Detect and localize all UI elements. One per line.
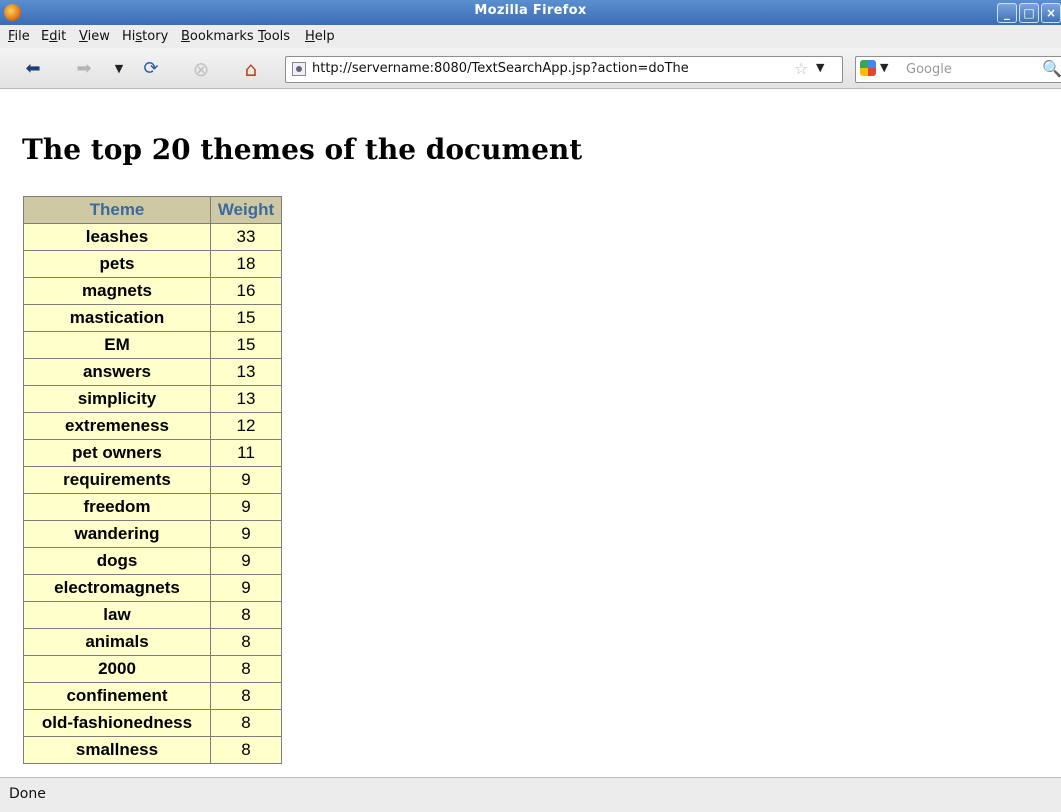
- theme-cell: EM: [23, 331, 211, 359]
- theme-cell: magnets: [23, 277, 211, 305]
- weight-cell: 8: [210, 601, 282, 629]
- column-header-weight: Weight: [210, 196, 282, 224]
- table-row: confinement 8: [23, 682, 282, 710]
- weight-cell: 13: [210, 358, 282, 386]
- weight-cell: 15: [210, 304, 282, 332]
- theme-cell: extremeness: [23, 412, 211, 440]
- theme-cell: mastication: [23, 304, 211, 332]
- theme-cell: 2000: [23, 655, 211, 683]
- table-row: freedom 9: [23, 493, 282, 521]
- theme-cell: wandering: [23, 520, 211, 548]
- table-row: smallness 8: [23, 736, 282, 764]
- menu-bar: File Edit View History Bookmarks Tools H…: [0, 25, 1061, 48]
- engine-dropdown-icon[interactable]: ▼: [880, 61, 888, 74]
- table-row: leashes 33: [23, 223, 282, 251]
- url-text[interactable]: http://servername:8080/TextSearchApp.jsp…: [312, 61, 790, 76]
- site-identity-icon[interactable]: [292, 62, 306, 76]
- navigation-toolbar: ⬅ ➡ ▼ ⟳ ⊗ ⌂ http://servername:8080/TextS…: [0, 48, 1061, 89]
- menu-edit[interactable]: Edit: [41, 29, 66, 44]
- theme-cell: electromagnets: [23, 574, 211, 602]
- weight-cell: 11: [210, 439, 282, 467]
- weight-cell: 18: [210, 250, 282, 278]
- table-row: dogs 9: [23, 547, 282, 575]
- table-row: simplicity 13: [23, 385, 282, 413]
- search-icon[interactable]: 🔍: [1042, 59, 1061, 78]
- status-bar: Done: [0, 777, 1061, 812]
- weight-cell: 9: [210, 547, 282, 575]
- table-row: law 8: [23, 601, 282, 629]
- theme-cell: law: [23, 601, 211, 629]
- google-engine-icon[interactable]: [860, 60, 876, 76]
- theme-cell: pets: [23, 250, 211, 278]
- weight-cell: 15: [210, 331, 282, 359]
- menu-bookmarks[interactable]: Bookmarks: [181, 29, 254, 44]
- theme-cell: animals: [23, 628, 211, 656]
- history-dropdown-icon[interactable]: ▼: [108, 58, 130, 80]
- table-row: requirements 9: [23, 466, 282, 494]
- status-text: Done: [9, 786, 46, 802]
- weight-cell: 8: [210, 709, 282, 737]
- table-row: answers 13: [23, 358, 282, 386]
- theme-cell: confinement: [23, 682, 211, 710]
- theme-cell: smallness: [23, 736, 211, 764]
- theme-cell: answers: [23, 358, 211, 386]
- menu-tools[interactable]: Tools: [258, 29, 290, 44]
- window-title: Mozilla Firefox: [474, 3, 587, 18]
- table-row: mastication 15: [23, 304, 282, 332]
- table-header-row: Theme Weight: [23, 196, 282, 224]
- stop-button[interactable]: ⊗: [190, 58, 212, 80]
- menu-view[interactable]: View: [79, 29, 110, 44]
- theme-cell: pet owners: [23, 439, 211, 467]
- table-row: extremeness 12: [23, 412, 282, 440]
- weight-cell: 13: [210, 385, 282, 413]
- weight-cell: 16: [210, 277, 282, 305]
- theme-cell: freedom: [23, 493, 211, 521]
- maximize-button[interactable]: □: [1019, 3, 1039, 23]
- table-row: animals 8: [23, 628, 282, 656]
- weight-cell: 8: [210, 628, 282, 656]
- theme-cell: simplicity: [23, 385, 211, 413]
- minimize-button[interactable]: _: [997, 3, 1017, 23]
- weight-cell: 8: [210, 736, 282, 764]
- theme-cell: requirements: [23, 466, 211, 494]
- search-box[interactable]: ▼ Google 🔍: [855, 56, 1061, 83]
- url-dropdown-icon[interactable]: ▼: [816, 61, 824, 74]
- weight-cell: 9: [210, 520, 282, 548]
- theme-cell: leashes: [23, 223, 211, 251]
- page-content: The top 20 themes of the document Theme …: [0, 89, 1061, 777]
- table-row: EM 15: [23, 331, 282, 359]
- weight-cell: 9: [210, 574, 282, 602]
- table-row: 2000 8: [23, 655, 282, 683]
- menu-file[interactable]: File: [8, 29, 30, 44]
- table-row: pets 18: [23, 250, 282, 278]
- weight-cell: 8: [210, 655, 282, 683]
- theme-cell: old-fashionedness: [23, 709, 211, 737]
- table-body: leashes 33 pets 18 magnets 16 mastication 15 EM 1…: [23, 223, 282, 764]
- column-header-theme: Theme: [23, 196, 211, 224]
- table-row: electromagnets 9: [23, 574, 282, 602]
- table-row: old-fashionedness 8: [23, 709, 282, 737]
- weight-cell: 9: [210, 493, 282, 521]
- weight-cell: 33: [210, 223, 282, 251]
- reload-button[interactable]: ⟳: [140, 58, 162, 80]
- menu-help[interactable]: Help: [305, 29, 335, 44]
- title-bar: Mozilla Firefox _ □ ×: [0, 0, 1061, 25]
- weight-cell: 9: [210, 466, 282, 494]
- theme-cell: dogs: [23, 547, 211, 575]
- table-row: pet owners 11: [23, 439, 282, 467]
- weight-cell: 12: [210, 412, 282, 440]
- page-heading: The top 20 themes of the document: [22, 133, 583, 166]
- forward-button[interactable]: ➡: [73, 58, 95, 80]
- close-button[interactable]: ×: [1041, 3, 1061, 23]
- table-row: wandering 9: [23, 520, 282, 548]
- table-row: magnets 16: [23, 277, 282, 305]
- themes-table: Theme Weight leashes 33 pets 18 magnets 16 mas…: [23, 196, 282, 764]
- home-button[interactable]: ⌂: [240, 58, 262, 80]
- menu-history[interactable]: History: [122, 29, 168, 44]
- back-button[interactable]: ⬅: [22, 58, 44, 80]
- search-placeholder[interactable]: Google: [906, 62, 952, 77]
- bookmark-star-icon[interactable]: ☆: [794, 59, 808, 78]
- address-bar[interactable]: http://servername:8080/TextSearchApp.jsp…: [285, 56, 843, 83]
- weight-cell: 8: [210, 682, 282, 710]
